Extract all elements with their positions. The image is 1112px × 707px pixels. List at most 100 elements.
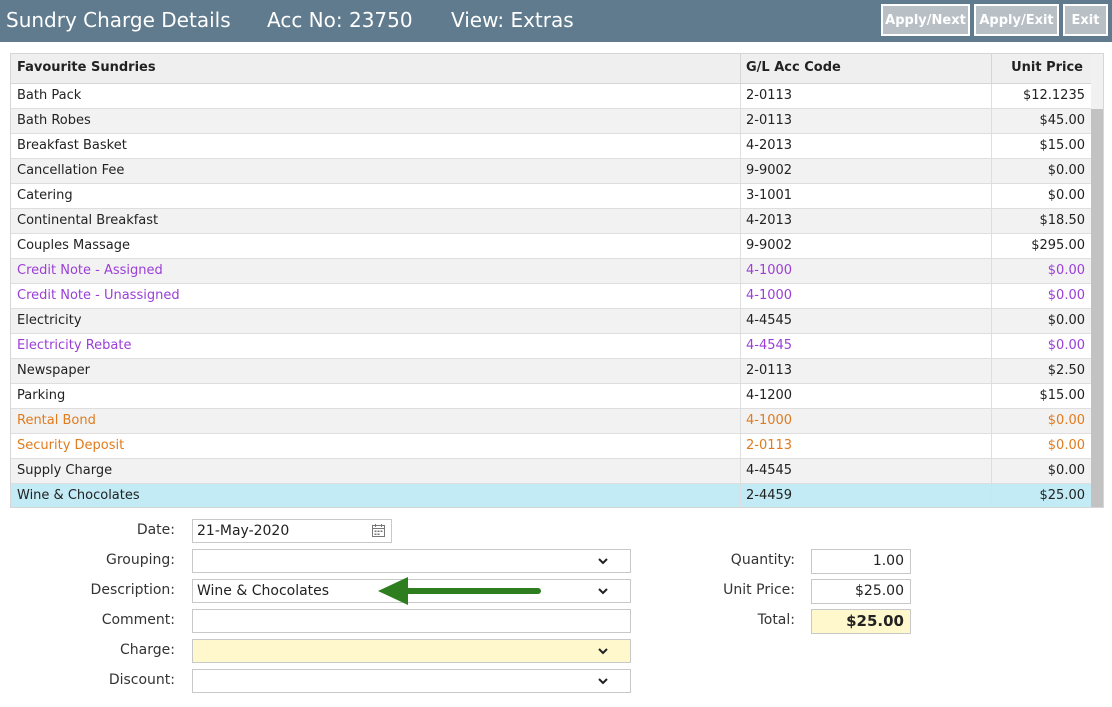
- column-divider: [991, 54, 992, 84]
- exit-button[interactable]: Exit: [1063, 4, 1108, 36]
- column-divider: [740, 184, 741, 209]
- column-header-unit-price[interactable]: Unit Price: [1011, 54, 1083, 84]
- discount-select[interactable]: [192, 669, 631, 693]
- table-row[interactable]: Rental Bond 4-1000 $0.00: [11, 409, 1091, 434]
- grouping-label: Grouping:: [106, 552, 175, 568]
- column-divider: [991, 459, 992, 484]
- header-bar: Sundry Charge Details Acc No: 23750 View…: [0, 0, 1112, 42]
- column-divider: [740, 359, 741, 384]
- row-unit-price: $0.00: [1047, 163, 1085, 178]
- table-row[interactable]: Bath Robes 2-0113 $45.00: [11, 109, 1091, 134]
- table-row[interactable]: Credit Note - Unassigned 4-1000 $0.00: [11, 284, 1091, 309]
- unit-price-label: Unit Price:: [723, 582, 795, 598]
- row-gl-code: 4-2013: [746, 138, 793, 153]
- grouping-select[interactable]: [192, 549, 631, 573]
- column-divider: [740, 54, 741, 84]
- row-unit-price: $0.00: [1047, 313, 1085, 328]
- row-name: Couples Massage: [17, 238, 130, 253]
- calendar-icon[interactable]: [372, 524, 385, 537]
- arrow-left-icon: [378, 577, 541, 605]
- column-header-name[interactable]: Favourite Sundries: [17, 54, 156, 84]
- column-divider: [740, 309, 741, 334]
- column-divider: [991, 184, 992, 209]
- table-row[interactable]: Breakfast Basket 4-2013 $15.00: [11, 134, 1091, 159]
- row-name: Supply Charge: [17, 463, 113, 478]
- description-value: Wine & Chocolates: [197, 583, 330, 599]
- column-divider: [991, 434, 992, 459]
- date-value: 21-May-2020: [197, 523, 290, 539]
- table-row[interactable]: Catering 3-1001 $0.00: [11, 184, 1091, 209]
- column-divider: [991, 209, 992, 234]
- column-divider: [740, 234, 741, 259]
- row-name: Security Deposit: [17, 438, 125, 453]
- quantity-input[interactable]: 1.00: [811, 549, 911, 574]
- row-unit-price: $12.1235: [1022, 88, 1085, 103]
- row-name: Wine & Chocolates: [17, 488, 140, 503]
- row-unit-price: $18.50: [1039, 213, 1086, 228]
- table-row[interactable]: Security Deposit 2-0113 $0.00: [11, 434, 1091, 459]
- row-name: Credit Note - Unassigned: [17, 288, 180, 303]
- row-name: Rental Bond: [17, 413, 96, 428]
- column-divider: [740, 109, 741, 134]
- row-gl-code: 4-1200: [746, 388, 793, 403]
- quantity-label: Quantity:: [730, 552, 795, 568]
- column-divider: [991, 84, 992, 109]
- table-row[interactable]: Wine & Chocolates 2-4459 $25.00: [11, 484, 1091, 507]
- table-row[interactable]: Supply Charge 4-4545 $0.00: [11, 459, 1091, 484]
- column-divider: [991, 284, 992, 309]
- table-scrollbar[interactable]: [1091, 54, 1103, 507]
- column-divider: [740, 409, 741, 434]
- row-name: Catering: [17, 188, 73, 203]
- row-unit-price: $0.00: [1047, 338, 1085, 353]
- chevron-down-icon: [598, 588, 608, 595]
- row-unit-price: $25.00: [1039, 488, 1086, 503]
- charge-select[interactable]: [192, 639, 631, 663]
- row-gl-code: 3-1001: [746, 188, 793, 203]
- chevron-down-icon: [598, 648, 608, 655]
- table-row[interactable]: Newspaper 2-0113 $2.50: [11, 359, 1091, 384]
- date-field[interactable]: 21-May-2020: [192, 519, 392, 543]
- row-unit-price: $0.00: [1047, 263, 1085, 278]
- row-gl-code: 4-4545: [746, 338, 793, 353]
- table-row[interactable]: Bath Pack 2-0113 $12.1235: [11, 84, 1091, 109]
- scrollbar-thumb[interactable]: [1091, 109, 1103, 507]
- table-row[interactable]: Cancellation Fee 9-9002 $0.00: [11, 159, 1091, 184]
- comment-input[interactable]: [192, 609, 631, 633]
- column-header-gl-code[interactable]: G/L Acc Code: [746, 54, 841, 84]
- comment-label: Comment:: [101, 612, 175, 628]
- row-gl-code: 2-0113: [746, 438, 793, 453]
- table-row[interactable]: Couples Massage 9-9002 $295.00: [11, 234, 1091, 259]
- row-name: Electricity Rebate: [17, 338, 132, 353]
- row-name: Electricity: [17, 313, 82, 328]
- row-gl-code: 4-4545: [746, 463, 793, 478]
- chevron-down-icon: [598, 558, 608, 565]
- view-label: View: Extras: [451, 8, 574, 32]
- charge-label: Charge:: [120, 642, 175, 658]
- unit-price-input[interactable]: $25.00: [811, 579, 911, 604]
- table-row[interactable]: Electricity 4-4545 $0.00: [11, 309, 1091, 334]
- column-divider: [991, 134, 992, 159]
- table-row[interactable]: Continental Breakfast 4-2013 $18.50: [11, 209, 1091, 234]
- column-divider: [740, 384, 741, 409]
- table-row[interactable]: Parking 4-1200 $15.00: [11, 384, 1091, 409]
- row-name: Bath Pack: [17, 88, 82, 103]
- column-divider: [991, 234, 992, 259]
- column-divider: [740, 334, 741, 359]
- page-title: Sundry Charge Details: [6, 8, 231, 32]
- row-unit-price: $0.00: [1047, 188, 1085, 203]
- row-gl-code: 2-4459: [746, 488, 793, 503]
- row-gl-code: 4-1000: [746, 288, 793, 303]
- table-row[interactable]: Electricity Rebate 4-4545 $0.00: [11, 334, 1091, 359]
- row-unit-price: $0.00: [1047, 463, 1085, 478]
- row-gl-code: 4-2013: [746, 213, 793, 228]
- apply-exit-button[interactable]: Apply/Exit: [974, 4, 1059, 36]
- table-row[interactable]: Credit Note - Assigned 4-1000 $0.00: [11, 259, 1091, 284]
- row-name: Credit Note - Assigned: [17, 263, 163, 278]
- column-divider: [991, 409, 992, 434]
- row-unit-price: $295.00: [1031, 238, 1085, 253]
- row-gl-code: 4-1000: [746, 413, 793, 428]
- column-divider: [991, 259, 992, 284]
- sundries-table: Favourite Sundries G/L Acc Code Unit Pri…: [10, 53, 1104, 508]
- apply-next-button[interactable]: Apply/Next: [881, 4, 970, 36]
- column-divider: [740, 484, 741, 507]
